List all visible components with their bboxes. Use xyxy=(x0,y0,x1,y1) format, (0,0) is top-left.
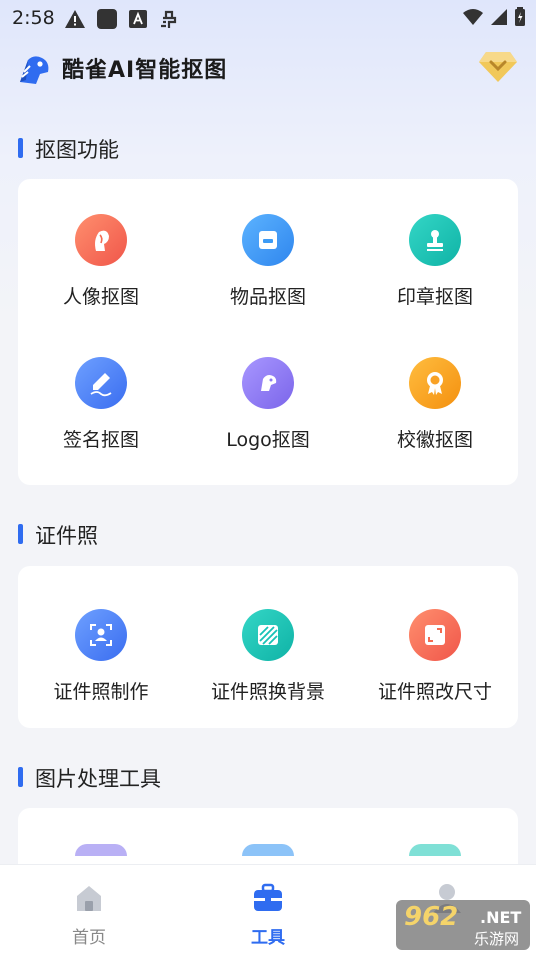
grid-item-label: 证件照改尺寸 xyxy=(377,681,492,703)
app-header: 酷雀AI智能抠图 xyxy=(0,44,536,92)
portrait-icon xyxy=(75,214,127,266)
bug-icon xyxy=(161,10,177,28)
grid-item-label: 证件照制作 xyxy=(53,681,149,703)
grid-item-id-photo-background[interactable]: 证件照换背景 xyxy=(185,609,351,704)
grid-item-id-photo-make[interactable]: 证件照制作 xyxy=(18,609,184,704)
wifi-icon xyxy=(463,9,483,25)
background-stripes-icon xyxy=(242,609,294,661)
watermark-logo: 962 .NET 乐游网 xyxy=(396,900,530,950)
grid-item-label: 物品抠图 xyxy=(229,286,306,308)
grid-item-label: Logo抠图 xyxy=(226,429,310,451)
box-icon xyxy=(242,214,294,266)
grid-item-label: 证件照换背景 xyxy=(210,681,325,703)
battery-icon xyxy=(515,7,525,26)
stamp-icon xyxy=(409,214,461,266)
image-tools-card xyxy=(18,808,518,868)
home-icon xyxy=(77,886,101,911)
font-a-icon xyxy=(129,10,147,28)
section-title-image-tools: 图片处理工具 xyxy=(18,763,161,793)
resize-icon xyxy=(409,609,461,661)
tool-icon-partial xyxy=(75,844,127,856)
nav-label-home: 首页 xyxy=(72,928,106,948)
warning-icon xyxy=(65,10,85,28)
grid-item-signature-cutout[interactable]: 签名抠图 xyxy=(18,357,184,452)
watermark-main: 962 xyxy=(404,902,459,932)
tool-icon-partial xyxy=(242,844,294,856)
bird-logo-item-icon xyxy=(242,357,294,409)
bird-logo-icon xyxy=(20,56,49,84)
watermark-net: .NET xyxy=(480,908,522,927)
signal-icon xyxy=(491,9,507,25)
grid-item-label: 校徽抠图 xyxy=(396,429,473,451)
status-bar: 2:58 xyxy=(0,0,536,36)
tool-icon-partial xyxy=(409,844,461,856)
nav-item-home[interactable]: 首页 xyxy=(0,865,178,948)
cutout-functions-card: 人像抠图 物品抠图 印章抠图 签名抠图 Logo抠图 校徽抠图 xyxy=(18,179,518,485)
grid-item-portrait-cutout[interactable]: 人像抠图 xyxy=(18,214,184,309)
grid-item-id-photo-resize[interactable]: 证件照改尺寸 xyxy=(352,609,518,704)
grid-item-label: 签名抠图 xyxy=(62,429,139,451)
grid-item-badge-cutout[interactable]: 校徽抠图 xyxy=(352,357,518,452)
section-title-id-photo: 证件照 xyxy=(18,520,98,550)
pen-signature-icon xyxy=(75,357,127,409)
grid-item-logo-cutout[interactable]: Logo抠图 xyxy=(185,357,351,452)
toolbox-icon xyxy=(254,883,282,911)
diamond-vip-icon[interactable] xyxy=(478,48,518,84)
grid-item-label: 印章抠图 xyxy=(396,286,473,308)
status-time: 2:58 xyxy=(12,7,55,29)
app-title: 酷雀AI智能抠图 xyxy=(62,58,228,83)
grid-item-stamp-cutout[interactable]: 印章抠图 xyxy=(352,214,518,309)
grid-item-label: 人像抠图 xyxy=(62,286,139,308)
grid-item-object-cutout[interactable]: 物品抠图 xyxy=(185,214,351,309)
watermark-sub: 乐游网 xyxy=(474,930,520,948)
id-photo-card: 证件照制作 证件照换背景 证件照改尺寸 xyxy=(18,566,518,728)
section-title-cutout: 抠图功能 xyxy=(18,134,119,164)
nav-label-tools: 工具 xyxy=(251,928,285,948)
badge-award-icon xyxy=(409,357,461,409)
nav-item-tools[interactable]: 工具 xyxy=(179,865,357,948)
id-photo-icon xyxy=(75,609,127,661)
app-square-icon xyxy=(97,9,117,29)
